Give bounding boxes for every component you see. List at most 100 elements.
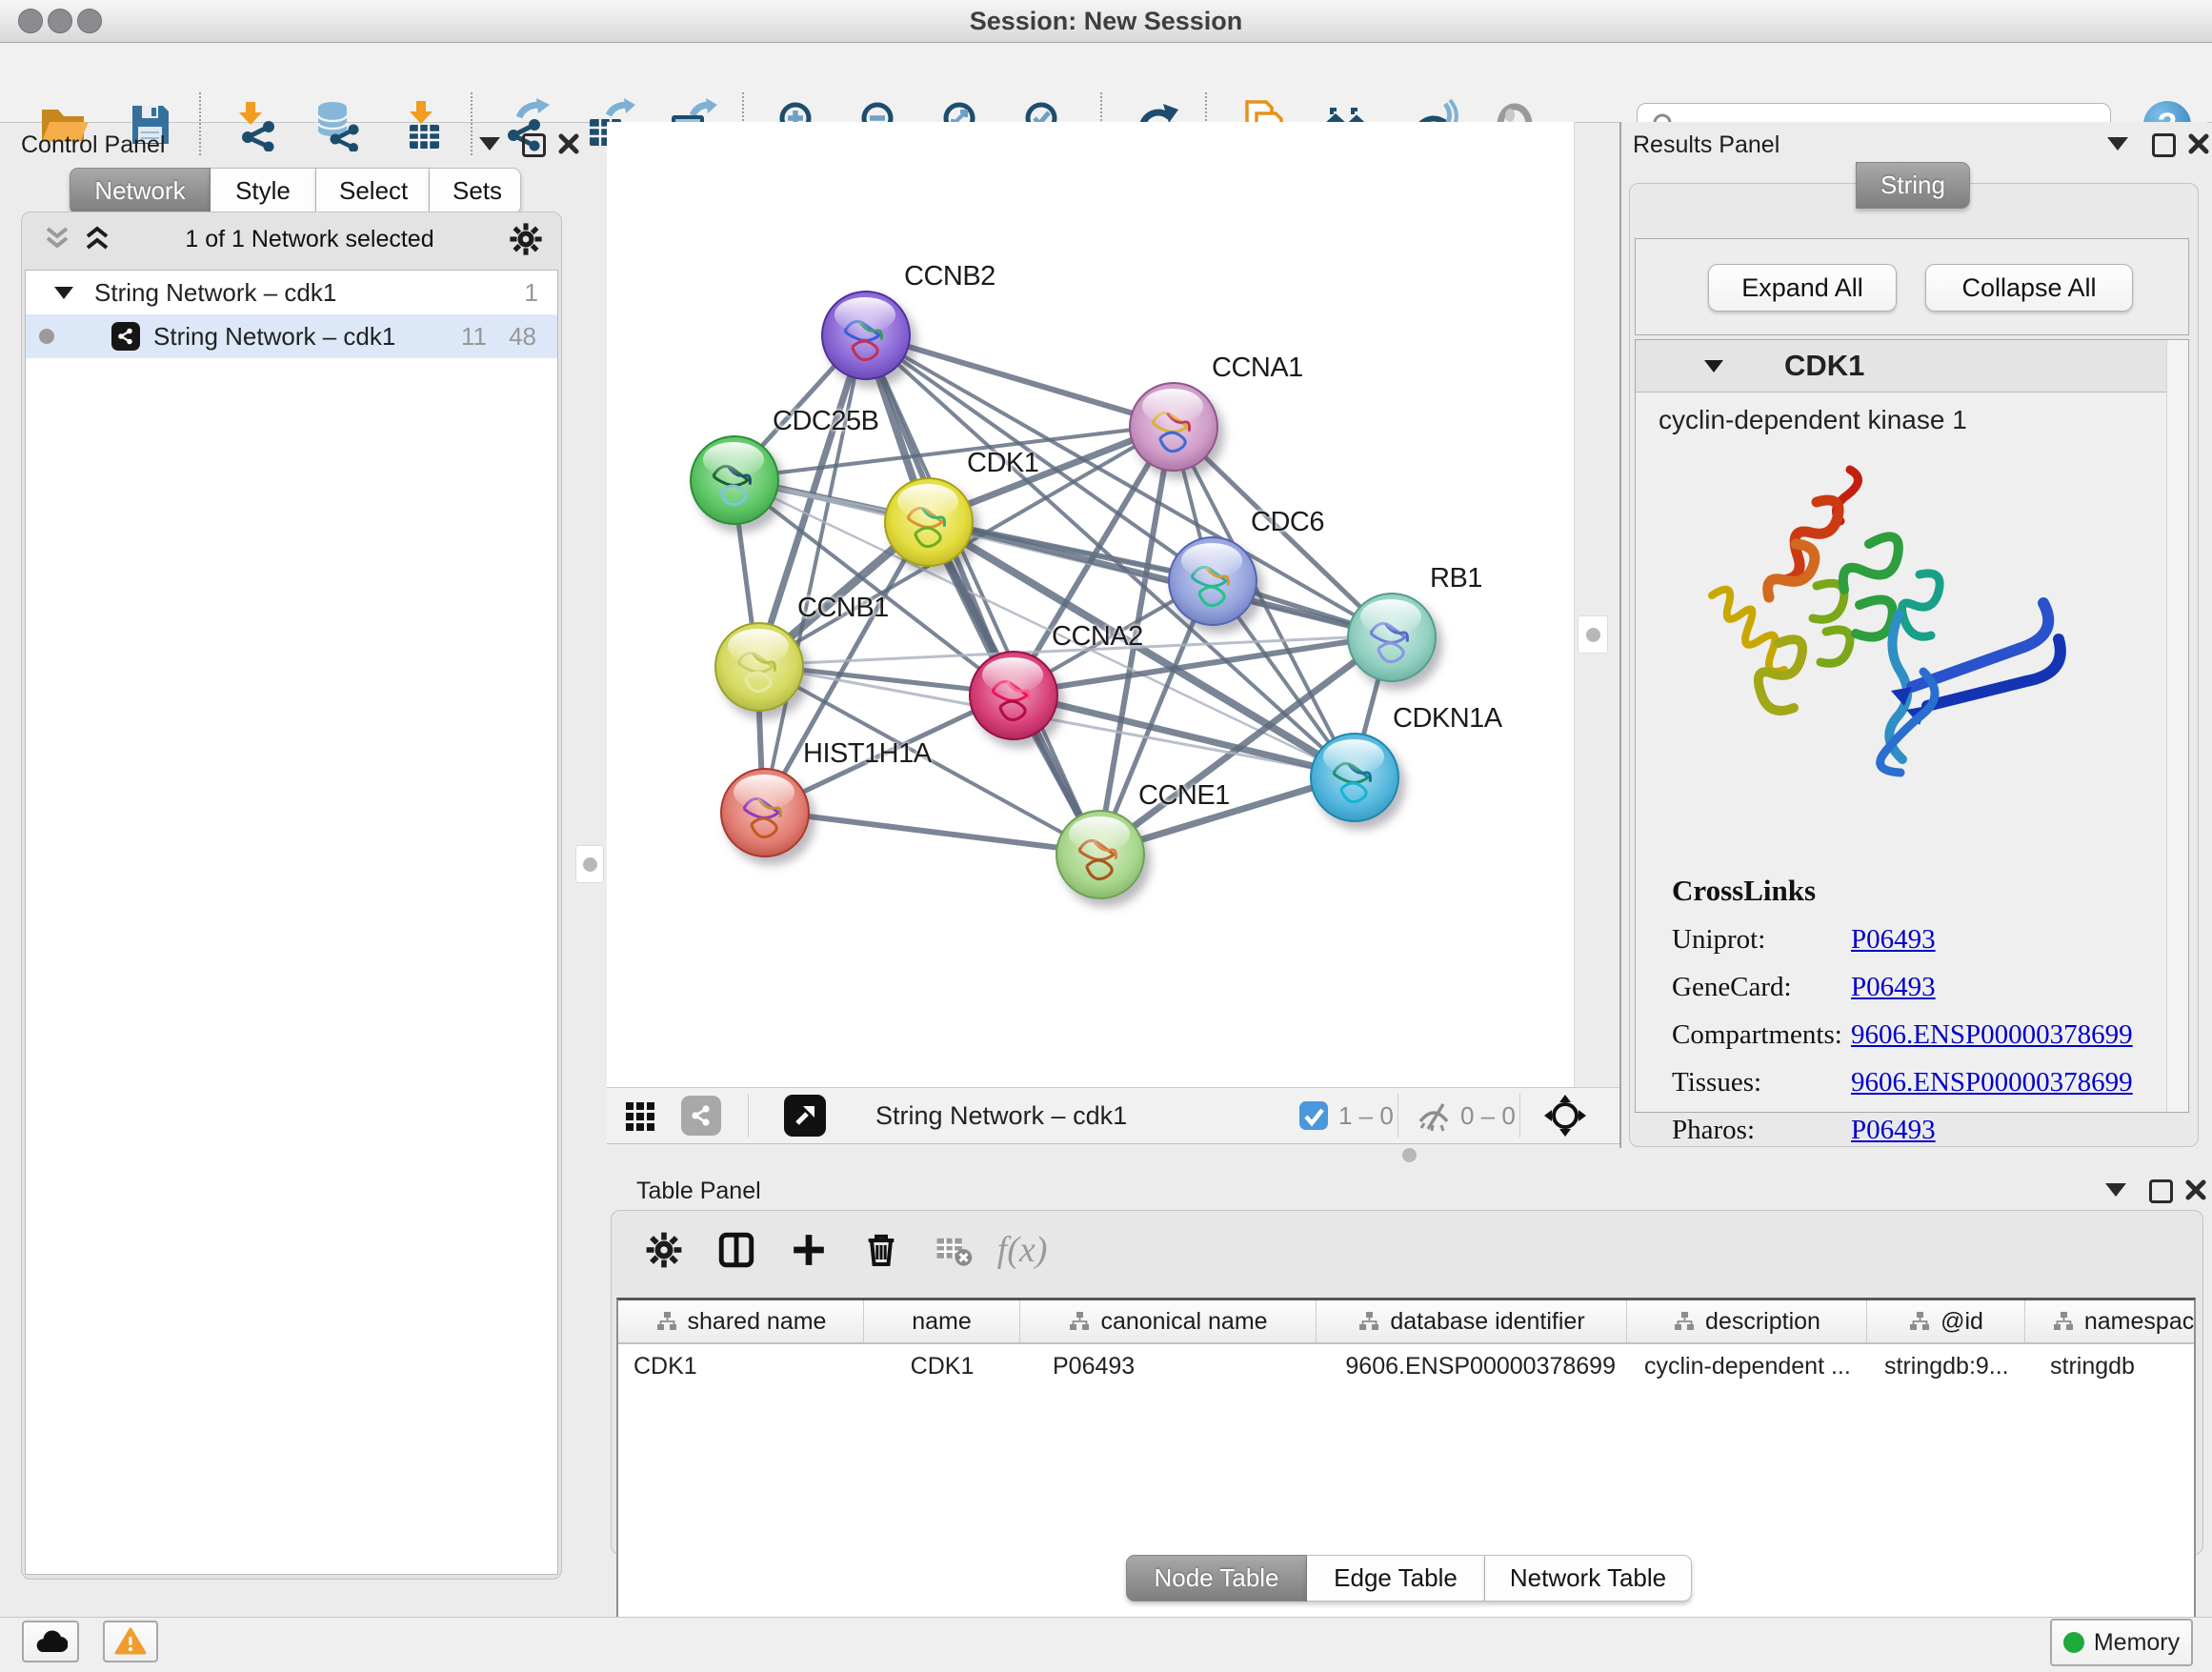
column-network-icon [655, 1311, 678, 1332]
tab-string[interactable]: String [1856, 162, 1970, 209]
birds-eye-view-button[interactable] [784, 1088, 826, 1143]
crosslink-link[interactable]: P06493 [1851, 972, 1936, 1003]
gear-icon[interactable] [508, 221, 544, 257]
column-header-shared-name[interactable]: shared name [618, 1300, 864, 1342]
collapse-all-button[interactable]: Collapse All [1925, 264, 2133, 312]
hidden-counts: 0 – 0 [1460, 1088, 1516, 1143]
tab-sets[interactable]: Sets [430, 168, 521, 214]
hidden-toggle[interactable] [1415, 1088, 1453, 1143]
tab-select[interactable]: Select [316, 168, 430, 214]
gene-description: cyclin-dependent kinase 1 [1659, 405, 1967, 435]
splitter-handle-right[interactable] [1578, 615, 1608, 654]
network-edge[interactable] [864, 333, 1098, 853]
tab-network-table[interactable]: Network Table [1485, 1555, 1692, 1601]
network-edge[interactable] [763, 811, 1098, 853]
node-label-cdc25b: CDC25B [773, 406, 878, 437]
network-node-cdk1[interactable] [884, 477, 974, 567]
crosslink-link[interactable]: P06493 [1851, 924, 1936, 956]
network-node-ccna1[interactable] [1129, 382, 1218, 472]
warning-icon [114, 1627, 147, 1656]
window-title: Session: New Session [0, 7, 2212, 36]
tab-node-table[interactable]: Node Table [1126, 1555, 1307, 1601]
network-canvas[interactable]: CCNB2CCNA1CDC25BCDK1CDC6RB1CCNB1CCNA2CDK… [607, 122, 1575, 1087]
network-node-ccne1[interactable] [1056, 810, 1145, 899]
expand-all-icon[interactable] [83, 226, 111, 252]
column-header-canonical-name[interactable]: canonical name [1020, 1300, 1317, 1342]
network-share-button[interactable] [681, 1088, 721, 1143]
section-collapse-icon[interactable] [1704, 360, 1723, 373]
crosslink-label: Uniprot: [1672, 924, 1851, 956]
network-row-selected[interactable]: String Network – cdk1 11 48 [26, 314, 557, 358]
panel-float-icon[interactable] [522, 133, 546, 157]
crosslink-row: Compartments:9606.ENSP00000378699 [1672, 1019, 2148, 1051]
network-status-dot [39, 329, 54, 344]
network-collection-row[interactable]: String Network – cdk1 1 [26, 271, 557, 314]
panel-close-icon[interactable] [2188, 133, 2209, 154]
crosslink-row: Pharos:P06493 [1672, 1115, 2148, 1146]
crosslink-link[interactable]: P06493 [1851, 1115, 1936, 1146]
selected-checkbox[interactable] [1298, 1088, 1329, 1143]
table-row[interactable]: CDK1CDK1P064939606.ENSP00000378699cyclin… [618, 1344, 2194, 1388]
tab-network[interactable]: Network [70, 168, 211, 214]
show-columns-button[interactable] [714, 1227, 759, 1273]
node-label-ccna1: CCNA1 [1212, 353, 1303, 384]
gene-section-scrollbar[interactable] [2166, 340, 2188, 1112]
expand-all-button[interactable]: Expand All [1708, 264, 1897, 312]
delete-column-button[interactable] [858, 1227, 904, 1273]
cloud-status-button[interactable] [22, 1621, 79, 1662]
column-label: namespace [2084, 1308, 2196, 1336]
node-table[interactable]: shared namenamecanonical namedatabase id… [616, 1298, 2196, 1669]
memory-status-dot [2063, 1632, 2084, 1653]
crosslink-link[interactable]: 9606.ENSP00000378699 [1851, 1019, 2133, 1051]
grid-view-button[interactable] [624, 1088, 658, 1143]
gene-section-header[interactable]: CDK1 [1636, 340, 2188, 393]
create-column-button[interactable] [786, 1227, 832, 1273]
panel-menu-icon[interactable] [2107, 137, 2128, 151]
network-node-ccna2[interactable] [969, 651, 1058, 740]
function-builder-button[interactable]: f(x) [999, 1227, 1045, 1273]
column-header-description[interactable]: description [1627, 1300, 1867, 1342]
panel-float-icon[interactable] [2149, 1179, 2173, 1203]
panel-close-icon[interactable] [558, 133, 579, 154]
birds-eye-icon [784, 1095, 826, 1137]
network-node-cdkn1a[interactable] [1310, 733, 1399, 822]
node-label-ccne1: CCNE1 [1138, 780, 1230, 812]
network-node-rb1[interactable] [1347, 593, 1437, 682]
network-node-cdc6[interactable] [1168, 536, 1257, 626]
selected-counts: 1 – 0 [1338, 1088, 1394, 1143]
delete-table-button[interactable] [931, 1227, 976, 1273]
column-header--id[interactable]: @id [1867, 1300, 2025, 1342]
crosslink-row: Uniprot:P06493 [1672, 924, 2148, 956]
collapse-all-icon[interactable] [43, 226, 71, 252]
tree-expand-icon[interactable] [54, 287, 73, 299]
splitter-handle-left[interactable] [575, 845, 604, 883]
tab-edge-table[interactable]: Edge Table [1307, 1555, 1485, 1601]
network-node-hist1h1a[interactable] [720, 768, 810, 857]
panel-menu-icon[interactable] [479, 137, 500, 151]
statusbar: Memory [0, 1617, 2212, 1672]
tab-style[interactable]: Style [211, 168, 316, 214]
crosslink-label: Pharos: [1672, 1115, 1851, 1146]
crosslinks-block: CrossLinks Uniprot:P06493GeneCard:P06493… [1672, 874, 2148, 1146]
network-node-ccnb2[interactable] [821, 291, 911, 380]
panel-float-icon[interactable] [2152, 133, 2176, 157]
table-tabs: Node Table Edge Table Network Table [1126, 1555, 1692, 1601]
panel-close-icon[interactable] [2185, 1179, 2206, 1200]
pan-tool-button[interactable] [1542, 1088, 1588, 1143]
network-node-ccnb1[interactable] [714, 622, 804, 712]
gear-icon [644, 1230, 684, 1270]
network-label: String Network – cdk1 [153, 322, 395, 352]
warnings-button[interactable] [103, 1621, 158, 1662]
network-edge[interactable] [864, 333, 1172, 425]
network-node-cdc25b[interactable] [690, 435, 779, 525]
splitter-handle-bottom[interactable] [1393, 1147, 1425, 1163]
table-cell: stringdb:9... [1867, 1353, 2025, 1380]
memory-button[interactable]: Memory [2050, 1619, 2193, 1666]
crosslink-row: Tissues:9606.ENSP00000378699 [1672, 1067, 2148, 1098]
column-header-database-identifier[interactable]: database identifier [1317, 1300, 1627, 1342]
column-header-namespace[interactable]: namespace [2025, 1300, 2196, 1342]
panel-menu-icon[interactable] [2105, 1183, 2126, 1197]
table-settings-button[interactable] [641, 1227, 687, 1273]
crosslink-link[interactable]: 9606.ENSP00000378699 [1851, 1067, 2133, 1098]
column-header-name[interactable]: name [864, 1300, 1020, 1342]
